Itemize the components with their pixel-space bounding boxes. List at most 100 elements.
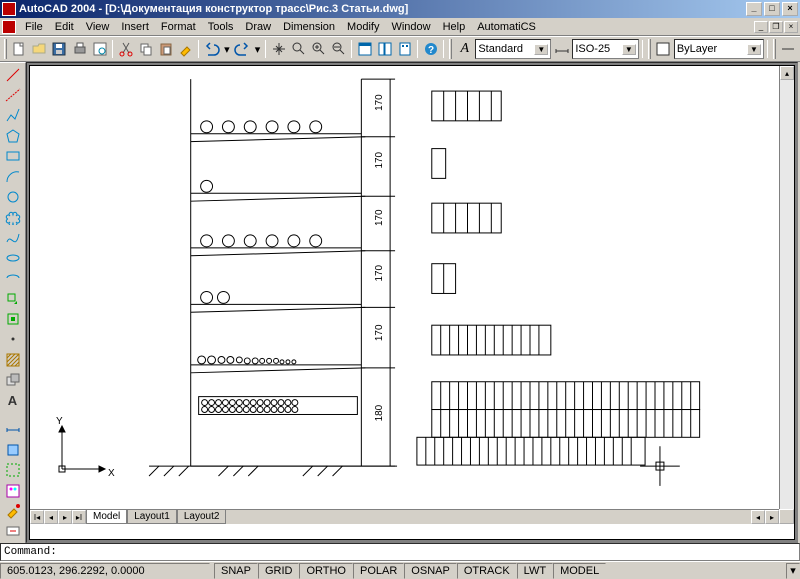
tab-layout2[interactable]: Layout2 <box>177 510 227 524</box>
tab-next-button[interactable]: ▸ <box>58 510 72 524</box>
menu-tools[interactable]: Tools <box>202 20 240 34</box>
menu-format[interactable]: Format <box>155 20 202 34</box>
plot-preview-icon[interactable] <box>90 39 109 59</box>
tab-first-button[interactable]: I◂ <box>30 510 44 524</box>
status-tray-icon[interactable]: ▾ <box>786 563 800 579</box>
menu-draw[interactable]: Draw <box>239 20 277 34</box>
menu-dimension[interactable]: Dimension <box>277 20 341 34</box>
help-icon[interactable]: ? <box>421 39 440 59</box>
polyline-icon[interactable] <box>3 106 23 125</box>
zoom-previous-icon[interactable] <box>329 39 348 59</box>
area-icon[interactable] <box>3 440 23 459</box>
linetype-icon[interactable] <box>779 39 798 59</box>
arc-icon[interactable] <box>3 167 23 186</box>
design-center-icon[interactable] <box>375 39 394 59</box>
close-button[interactable]: × <box>782 2 798 16</box>
insert-block-icon[interactable] <box>3 289 23 308</box>
properties-icon[interactable] <box>355 39 374 59</box>
scroll-up-button[interactable]: ▴ <box>780 66 794 80</box>
status-grid[interactable]: GRID <box>258 563 300 579</box>
color-swatch-icon[interactable] <box>654 39 673 59</box>
maximize-button[interactable]: □ <box>764 2 780 16</box>
mdi-close-button[interactable]: × <box>784 21 798 33</box>
color-dropdown[interactable]: ByLayer▼ <box>674 39 764 59</box>
tab-model[interactable]: Model <box>86 510 127 524</box>
tab-last-button[interactable]: ▸I <box>72 510 86 524</box>
dimstyle-dropdown[interactable]: ISO-25▼ <box>572 39 639 59</box>
paint-icon[interactable] <box>3 501 23 520</box>
status-model[interactable]: MODEL <box>553 563 606 579</box>
status-osnap[interactable]: OSNAP <box>404 563 457 579</box>
minimize-button[interactable]: _ <box>746 2 762 16</box>
qselect-icon[interactable] <box>3 461 23 480</box>
circle-icon[interactable] <box>3 187 23 206</box>
zoom-realtime-icon[interactable] <box>289 39 308 59</box>
status-snap[interactable]: SNAP <box>214 563 258 579</box>
status-ortho[interactable]: ORTHO <box>299 563 353 579</box>
new-icon[interactable] <box>10 39 29 59</box>
paste-icon[interactable] <box>156 39 175 59</box>
app-icon <box>2 2 16 16</box>
menu-file[interactable]: File <box>19 20 49 34</box>
xline-icon[interactable] <box>3 85 23 104</box>
menu-edit[interactable]: Edit <box>49 20 80 34</box>
status-polar[interactable]: POLAR <box>353 563 404 579</box>
make-block-icon[interactable] <box>3 309 23 328</box>
hatch-icon[interactable] <box>3 350 23 369</box>
undo-icon[interactable] <box>202 39 221 59</box>
toolbar-grip[interactable] <box>4 39 7 59</box>
toolbar-grip[interactable] <box>449 39 452 59</box>
status-otrack[interactable]: OTRACK <box>457 563 517 579</box>
ellipse-arc-icon[interactable] <box>3 269 23 288</box>
tab-prev-button[interactable]: ◂ <box>44 510 58 524</box>
scroll-right-button[interactable]: ▸ <box>765 510 779 524</box>
redo-arrow-icon[interactable]: ▾ <box>253 39 263 59</box>
line-icon[interactable] <box>3 65 23 84</box>
toolbar-grip[interactable] <box>773 39 776 59</box>
menu-help[interactable]: Help <box>437 20 472 34</box>
text-icon[interactable]: A <box>3 391 23 410</box>
cut-icon[interactable] <box>116 39 135 59</box>
dim-label: 170 <box>374 324 385 341</box>
open-icon[interactable] <box>30 39 49 59</box>
status-coords: 605.0123, 296.2292, 0.0000 <box>0 563 210 579</box>
mdi-minimize-button[interactable]: _ <box>754 21 768 33</box>
save-icon[interactable] <box>50 39 69 59</box>
menu-window[interactable]: Window <box>385 20 436 34</box>
textstyle-dropdown[interactable]: Standard▼ <box>475 39 551 59</box>
menu-insert[interactable]: Insert <box>115 20 155 34</box>
tab-layout1[interactable]: Layout1 <box>127 510 177 524</box>
menu-modify[interactable]: Modify <box>341 20 385 34</box>
command-line[interactable]: Command: <box>0 543 800 561</box>
polygon-icon[interactable] <box>3 126 23 145</box>
ellipse-icon[interactable] <box>3 248 23 267</box>
menu-view[interactable]: View <box>80 20 116 34</box>
toolbar-grip[interactable] <box>648 39 651 59</box>
undo-arrow-icon[interactable]: ▾ <box>222 39 232 59</box>
menu-automatics[interactable]: AutomatiCS <box>471 20 542 34</box>
horizontal-scrollbar[interactable]: I◂ ◂ ▸ ▸I Model Layout1 Layout2 ◂ ▸ <box>30 509 779 524</box>
pan-icon[interactable] <box>269 39 288 59</box>
spline-icon[interactable] <box>3 228 23 247</box>
tool-palette-icon[interactable] <box>395 39 414 59</box>
dimstyle-icon <box>552 39 571 59</box>
region-icon[interactable] <box>3 370 23 389</box>
redo-icon[interactable] <box>233 39 252 59</box>
xref-icon[interactable] <box>3 522 23 541</box>
status-lwt[interactable]: LWT <box>517 563 553 579</box>
revcloud-icon[interactable] <box>3 208 23 227</box>
point-icon[interactable] <box>3 330 23 349</box>
copy-icon[interactable] <box>136 39 155 59</box>
mdi-restore-button[interactable]: ❐ <box>769 21 783 33</box>
drawing-canvas[interactable]: 170 170 170 170 170 180 <box>30 66 779 509</box>
zoom-window-icon[interactable] <box>309 39 328 59</box>
scroll-left-button[interactable]: ◂ <box>751 510 765 524</box>
distance-icon[interactable] <box>3 420 23 439</box>
match-properties-icon[interactable] <box>176 39 195 59</box>
tool-palettes-icon[interactable] <box>3 481 23 500</box>
vertical-scrollbar[interactable]: ▴ ▾ <box>779 66 794 524</box>
print-icon[interactable] <box>70 39 89 59</box>
rectangle-icon[interactable] <box>3 146 23 165</box>
svg-text:?: ? <box>428 45 434 56</box>
toolbar-standard: ▾ ▾ ? A Standard▼ ISO-25▼ ByLayer▼ <box>0 36 800 62</box>
